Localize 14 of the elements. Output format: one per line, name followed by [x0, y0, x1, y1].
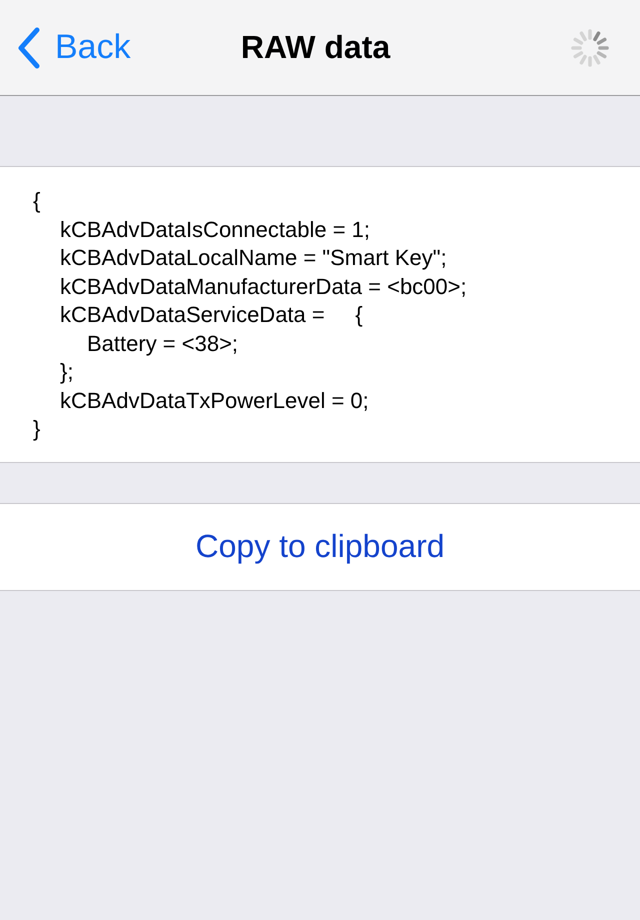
code-line: kCBAdvDataLocalName = "Smart Key";	[60, 244, 447, 272]
code-line: kCBAdvDataTxPowerLevel = 0;	[60, 386, 369, 414]
code-line: Battery = <38>;	[87, 330, 238, 358]
code-line: {	[33, 187, 40, 215]
back-button[interactable]: Back	[17, 26, 131, 68]
code-line: };	[60, 358, 74, 386]
code-line: kCBAdvDataIsConnectable = 1;	[60, 216, 370, 244]
code-line: kCBAdvDataManufacturerData = <bc00>;	[60, 272, 467, 300]
code-line: kCBAdvDataServiceData = {	[60, 301, 363, 329]
loading-spinner-icon	[570, 28, 610, 68]
screen-title: RAW data	[240, 29, 390, 66]
copy-button[interactable]: Copy to clipboard	[0, 502, 640, 590]
code-line: }	[33, 415, 40, 443]
chevron-left-icon	[17, 26, 41, 68]
